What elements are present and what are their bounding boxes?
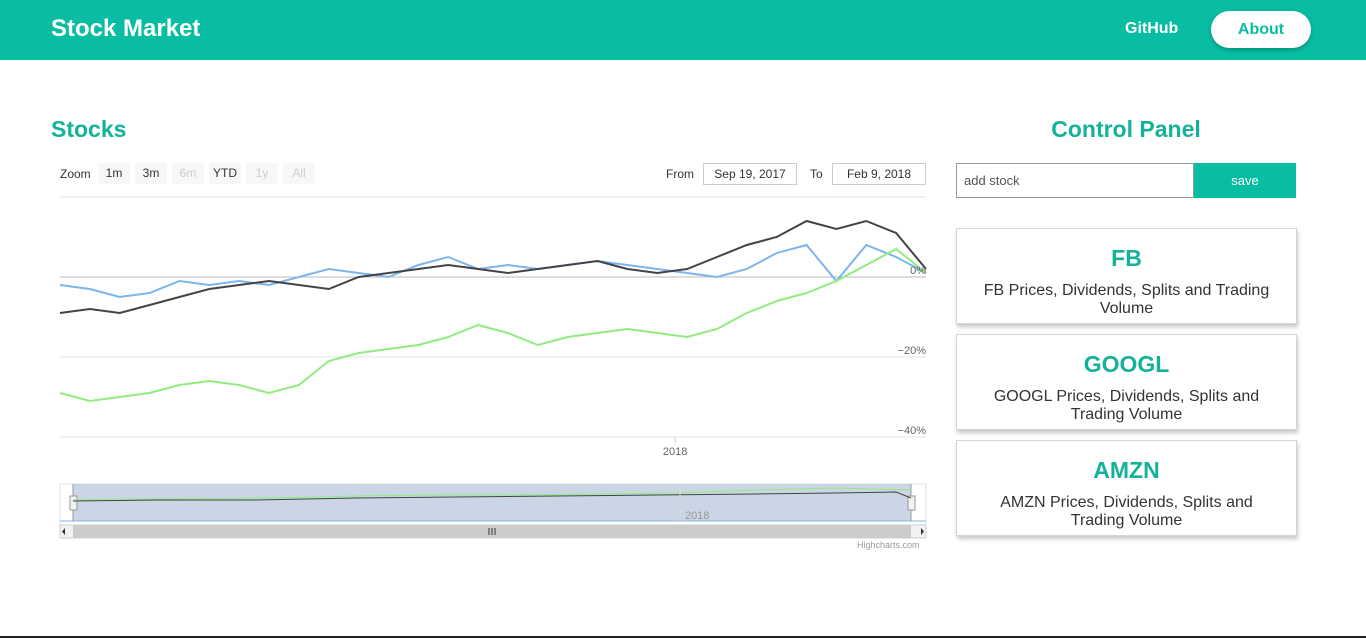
top-navbar: Stock Market GitHub About (0, 0, 1366, 60)
stock-card-googl[interactable]: GOOGL GOOGL Prices, Dividends, Splits an… (956, 334, 1297, 430)
brand-title[interactable]: Stock Market (51, 15, 200, 43)
stock-card-symbol: GOOGL (1083, 351, 1170, 377)
y-tick-label: −20% (898, 345, 927, 357)
chart-plot: 0% −20% −40% 2018 2018 (59, 196, 927, 539)
stock-chart: Zoom 1m 3m 6m YTD 1y All From Sep 19, 20… (56, 157, 930, 557)
y-tick-label: −40% (898, 425, 927, 437)
stock-card-symbol: FB (1111, 245, 1142, 271)
github-link[interactable]: GitHub (1125, 20, 1178, 38)
stocks-title: Stocks (51, 116, 127, 142)
save-button[interactable]: save (1194, 163, 1296, 198)
add-stock-input[interactable]: add stock (956, 163, 1194, 198)
control-panel-title: Control Panel (1051, 116, 1201, 142)
stock-card-amzn[interactable]: AMZN AMZN Prices, Dividends, Splits and … (956, 440, 1297, 536)
stock-card-description: FB Prices, Dividends, Splits and Trading… (983, 282, 1270, 317)
stock-card-description: GOOGL Prices, Dividends, Splits and Trad… (993, 388, 1260, 423)
x-tick-label: 2018 (663, 446, 687, 458)
y-tick-label: 0% (910, 265, 926, 277)
about-button[interactable]: About (1211, 11, 1311, 48)
navigator-left-handle[interactable] (69, 495, 78, 511)
stock-card-description: AMZN Prices, Dividends, Splits and Tradi… (1000, 494, 1253, 529)
navigator-right-handle[interactable] (907, 495, 916, 511)
navigator-tick-label: 2018 (685, 510, 709, 522)
chart-credits[interactable]: Highcharts.com (857, 540, 920, 550)
stock-card-fb[interactable]: FB FB Prices, Dividends, Splits and Trad… (956, 228, 1297, 324)
stock-card-symbol: AMZN (1093, 457, 1160, 483)
